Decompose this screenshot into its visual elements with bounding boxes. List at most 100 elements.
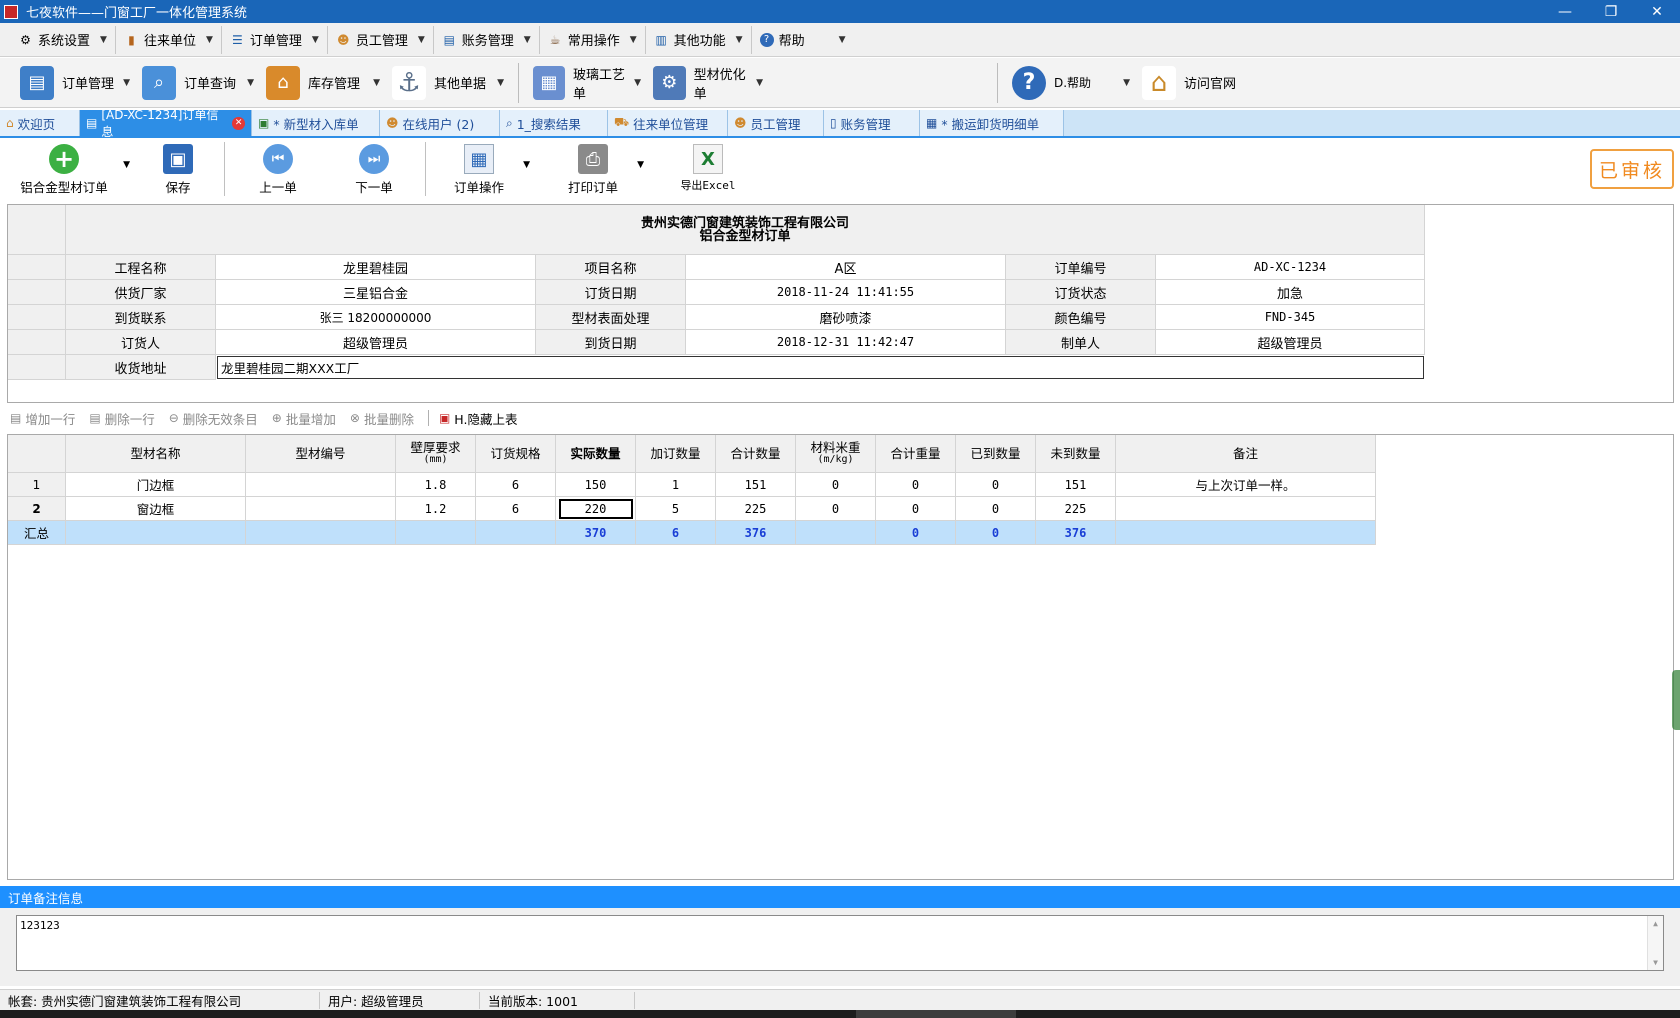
menu-system-settings[interactable]: ⚙ 系统设置 ▼ bbox=[10, 25, 116, 54]
value-project-name[interactable]: 龙里碧桂园 bbox=[216, 255, 536, 280]
hide-upper-table-button[interactable]: ▣ H.隐藏上表 bbox=[439, 409, 518, 428]
toolbar-order-query[interactable]: ⌕ 订单查询 ▼ bbox=[136, 61, 260, 105]
toolbar-inventory[interactable]: ⌂ 库存管理 ▼ bbox=[260, 61, 386, 105]
header-extra-quantity[interactable]: 加订数量 bbox=[636, 435, 716, 473]
header-weight-per-meter[interactable]: 材料米重 (m/kg) bbox=[796, 435, 876, 473]
value-order-date[interactable]: 2018-11-24 11:41:55 bbox=[686, 280, 1006, 305]
delivery-address-input[interactable]: 龙里碧桂园二期XXX工厂 bbox=[217, 356, 1424, 379]
export-excel-button[interactable]: X 导出Excel bbox=[668, 140, 748, 198]
cell-arrived-quantity[interactable]: 0 bbox=[956, 497, 1036, 521]
cell-wall-thickness[interactable]: 1.2 bbox=[396, 497, 476, 521]
toolbar-profile-optimization[interactable]: ⚙ 型材优化单 ▼ bbox=[647, 61, 769, 105]
tab-online-users[interactable]: ☻ 在线用户 (2) bbox=[380, 110, 500, 136]
value-item-name[interactable]: A区 bbox=[686, 255, 1006, 280]
cell-wall-thickness[interactable]: 1.8 bbox=[396, 473, 476, 497]
header-order-spec[interactable]: 订货规格 bbox=[476, 435, 556, 473]
value-order-status[interactable]: 加急 bbox=[1156, 280, 1425, 305]
side-drag-handle[interactable] bbox=[1672, 670, 1680, 730]
header-total-quantity[interactable]: 合计数量 bbox=[716, 435, 796, 473]
header-total-weight[interactable]: 合计重量 bbox=[876, 435, 956, 473]
cell-pending-quantity[interactable]: 225 bbox=[1036, 497, 1116, 521]
delete-invalid-items-button[interactable]: ⊖ 删除无效条目 bbox=[169, 409, 258, 428]
toolbar-glass-process[interactable]: ▦ 玻璃工艺单 ▼ bbox=[527, 61, 647, 105]
tab-unloading-detail[interactable]: ▦ * 搬运卸货明细单 bbox=[920, 110, 1064, 136]
cell-remarks[interactable]: 与上次订单一样。 bbox=[1116, 473, 1376, 497]
cell-actual-quantity[interactable]: 150 bbox=[556, 473, 636, 497]
cell-total-quantity[interactable]: 151 bbox=[716, 473, 796, 497]
header-actual-quantity[interactable]: 实际数量 bbox=[556, 435, 636, 473]
value-arrival-date[interactable]: 2018-12-31 11:42:47 bbox=[686, 330, 1006, 355]
cell-profile-name[interactable]: 窗边框 bbox=[66, 497, 246, 521]
toolbar-help[interactable]: ? D.帮助 ▼ bbox=[1006, 61, 1136, 105]
tab-partner-management[interactable]: ⛟ 往来单位管理 bbox=[608, 110, 728, 136]
taskbar-active-item[interactable] bbox=[856, 1010, 1016, 1018]
maximize-button[interactable]: ❐ bbox=[1588, 0, 1634, 23]
header-wall-thickness[interactable]: 壁厚要求 (mm) bbox=[396, 435, 476, 473]
value-creator[interactable]: 超级管理员 bbox=[1156, 330, 1425, 355]
cell-total-quantity[interactable]: 225 bbox=[716, 497, 796, 521]
menu-common-ops[interactable]: ☕ 常用操作 ▼ bbox=[540, 25, 646, 54]
batch-add-button[interactable]: ⊕ 批量增加 bbox=[272, 409, 336, 428]
tab-account-management[interactable]: ▯ 账务管理 bbox=[824, 110, 920, 136]
cell-arrived-quantity[interactable]: 0 bbox=[956, 473, 1036, 497]
header-profile-code[interactable]: 型材编号 bbox=[246, 435, 396, 473]
close-tab-icon[interactable]: ✕ bbox=[232, 116, 245, 130]
add-row-button[interactable]: ▤ 增加一行 bbox=[10, 409, 75, 428]
menu-other[interactable]: ▥ 其他功能 ▼ bbox=[646, 25, 752, 54]
tab-search-results[interactable]: ⌕ 1_搜索结果 bbox=[500, 110, 608, 136]
scroll-down-icon[interactable]: ▼ bbox=[1653, 958, 1658, 967]
menu-help[interactable]: ? 帮助 ▼ bbox=[752, 26, 854, 54]
tab-order-info[interactable]: ▤ [AD-XC-1234]订单信息 ✕ bbox=[80, 108, 252, 139]
tab-staff-management[interactable]: ☻ 员工管理 bbox=[728, 110, 824, 136]
cell-total-weight[interactable]: 0 bbox=[876, 497, 956, 521]
cell-actual-quantity-editing[interactable]: 220 bbox=[556, 497, 636, 521]
value-surface-treatment[interactable]: 磨砂喷漆 bbox=[686, 305, 1006, 330]
previous-order-button[interactable]: ⏮ 上一单 bbox=[243, 140, 313, 198]
menu-partners[interactable]: ▮ 往来单位 ▼ bbox=[116, 25, 222, 54]
cell-remarks[interactable] bbox=[1116, 497, 1376, 521]
order-remarks-textarea[interactable]: 123123 ▲ ▼ bbox=[16, 915, 1664, 971]
close-window-button[interactable]: ✕ bbox=[1634, 0, 1680, 23]
cell-order-spec[interactable]: 6 bbox=[476, 497, 556, 521]
value-orderer[interactable]: 超级管理员 bbox=[216, 330, 536, 355]
delete-row-button[interactable]: ▤ 删除一行 bbox=[89, 409, 154, 428]
cell-profile-name[interactable]: 门边框 bbox=[66, 473, 246, 497]
new-aluminum-order-button[interactable]: + 铝合金型材订单 ▼ bbox=[14, 140, 130, 198]
cell-extra-quantity[interactable]: 5 bbox=[636, 497, 716, 521]
row-number[interactable]: 1 bbox=[8, 473, 66, 497]
cell-order-spec[interactable]: 6 bbox=[476, 473, 556, 497]
save-button[interactable]: ▣ 保存 bbox=[142, 140, 214, 198]
tab-new-profile-stock-in[interactable]: ▣ * 新型材入库单 bbox=[252, 110, 380, 136]
cell-profile-code[interactable] bbox=[246, 497, 396, 521]
minimize-button[interactable]: — bbox=[1542, 0, 1588, 23]
print-order-button[interactable]: ⎙ 打印订单 ▼ bbox=[558, 140, 644, 198]
tab-welcome[interactable]: ⌂ 欢迎页 bbox=[0, 110, 80, 136]
value-supplier[interactable]: 三星铝合金 bbox=[216, 280, 536, 305]
cell-total-weight[interactable]: 0 bbox=[876, 473, 956, 497]
cell-weight-per-meter[interactable]: 0 bbox=[796, 497, 876, 521]
next-order-button[interactable]: ⏭ 下一单 bbox=[339, 140, 409, 198]
menu-orders[interactable]: ☰ 订单管理 ▼ bbox=[222, 25, 328, 54]
value-delivery-contact[interactable]: 张三 18200000000 bbox=[216, 305, 536, 330]
cell-actual-quantity[interactable]: 220 bbox=[558, 498, 633, 519]
row-number[interactable]: 2 bbox=[8, 497, 66, 521]
value-order-number[interactable]: AD-XC-1234 bbox=[1156, 255, 1425, 280]
header-remarks[interactable]: 备注 bbox=[1116, 435, 1376, 473]
header-arrived-quantity[interactable]: 已到数量 bbox=[956, 435, 1036, 473]
menu-staff[interactable]: ☻ 员工管理 ▼ bbox=[328, 25, 434, 54]
cell-profile-code[interactable] bbox=[246, 473, 396, 497]
order-operations-button[interactable]: ▦ 订单操作 ▼ bbox=[444, 140, 530, 198]
header-profile-name[interactable]: 型材名称 bbox=[66, 435, 246, 473]
cell-extra-quantity[interactable]: 1 bbox=[636, 473, 716, 497]
cell-pending-quantity[interactable]: 151 bbox=[1036, 473, 1116, 497]
remarks-scrollbar[interactable]: ▲ ▼ bbox=[1647, 916, 1663, 970]
cell-weight-per-meter[interactable]: 0 bbox=[796, 473, 876, 497]
toolbar-order-management[interactable]: ▤ 订单管理 ▼ bbox=[14, 61, 136, 105]
value-color-code[interactable]: FND-345 bbox=[1156, 305, 1425, 330]
toolbar-other-docs[interactable]: ⚓ 其他单据 ▼ bbox=[386, 61, 510, 105]
batch-delete-button[interactable]: ⊗ 批量删除 bbox=[350, 409, 414, 428]
toolbar-visit-website[interactable]: ⌂ 访问官网 bbox=[1136, 61, 1246, 105]
header-pending-quantity[interactable]: 未到数量 bbox=[1036, 435, 1116, 473]
menu-accounts[interactable]: ▤ 账务管理 ▼ bbox=[434, 25, 540, 54]
scroll-up-icon[interactable]: ▲ bbox=[1653, 919, 1658, 928]
